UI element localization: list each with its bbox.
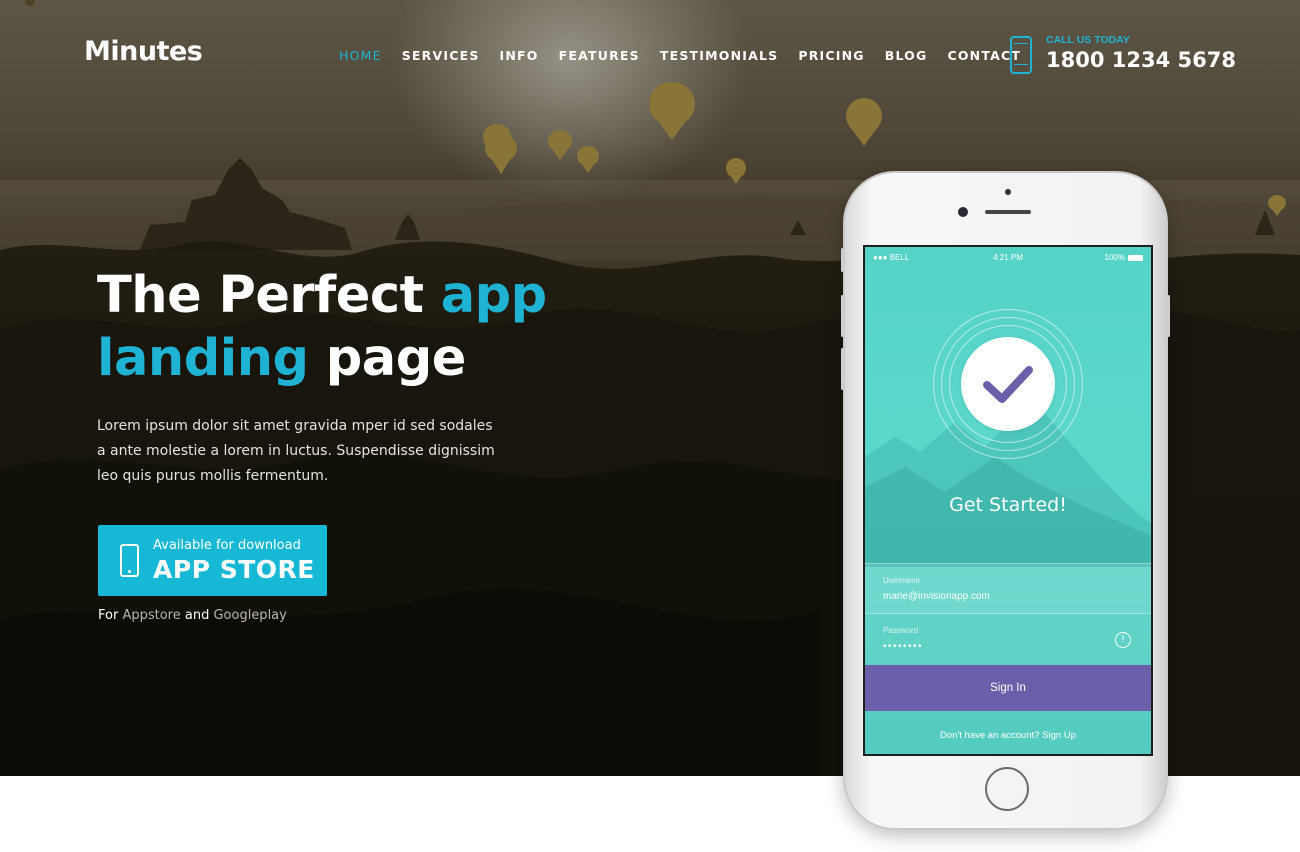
googleplay-link[interactable]: Googleplay [213, 608, 286, 623]
success-badge [961, 337, 1055, 431]
phone-mute-switch [841, 248, 844, 272]
battery-icon [1128, 254, 1143, 261]
app-store-label: APP STORE [153, 555, 315, 584]
headline-accent-2: landing [97, 329, 309, 388]
headline-text-1: The Perfect [97, 266, 441, 325]
username-label: Username [883, 576, 920, 585]
call-us-label: CALL US TODAY [1046, 34, 1130, 46]
password-field[interactable]: Password •••••••• ! [865, 614, 1151, 665]
store-note: For Appstore and Googleplay [98, 608, 287, 623]
nav-testimonials[interactable]: TESTIMONIALS [660, 48, 778, 63]
nav-info[interactable]: INFO [500, 48, 539, 63]
status-bar: ●●● BELL 4:21 PM 100% [865, 251, 1151, 265]
headline-text-2: page [308, 329, 467, 388]
password-input[interactable]: •••••••• [883, 641, 923, 652]
nav-pricing[interactable]: PRICING [798, 48, 864, 63]
phone-sensor [1005, 189, 1011, 195]
smartphone-icon [120, 544, 139, 577]
username-field[interactable]: Username marie@invisionapp.com [865, 563, 1151, 614]
hero-description: Lorem ipsum dolor sit amet gravida mper … [97, 418, 495, 484]
app-store-button[interactable]: Available for download APP STORE [98, 525, 327, 596]
checkmark-icon [983, 366, 1033, 403]
battery-percent: 100% [1104, 253, 1125, 262]
mobile-phone-icon [1010, 36, 1032, 74]
battery-status: 100% [1105, 253, 1143, 262]
hero-headline: The Perfect app landing page [97, 264, 617, 390]
phone-mockup: ●●● BELL 4:21 PM 100% Get Started! Usern… [841, 171, 1170, 830]
phone-camera [958, 207, 968, 217]
phone-screen: ●●● BELL 4:21 PM 100% Get Started! Usern… [863, 245, 1153, 756]
phone-number[interactable]: 1800 1234 5678 [1046, 48, 1236, 72]
phone-volume-down [841, 348, 844, 390]
store-note-prefix: For [98, 608, 123, 623]
download-caption: Available for download [153, 538, 301, 553]
nav-services[interactable]: SERVICES [402, 48, 480, 63]
info-icon[interactable]: ! [1115, 632, 1131, 648]
phone-home-button [985, 767, 1029, 811]
nav-home[interactable]: HOME [339, 48, 382, 63]
get-started-title: Get Started! [949, 494, 1067, 516]
headline-accent-1: app [440, 266, 547, 325]
brand-logo[interactable]: Minutes [84, 36, 203, 67]
nav-features[interactable]: FEATURES [559, 48, 640, 63]
appstore-link[interactable]: Appstore [122, 608, 180, 623]
username-input[interactable]: marie@invisionapp.com [883, 591, 990, 602]
nav-blog[interactable]: BLOG [885, 48, 928, 63]
password-label: Password [883, 626, 919, 635]
sign-up-link[interactable]: Don't have an account? Sign Up [865, 730, 1151, 741]
main-nav: HOME SERVICES INFO FEATURES TESTIMONIALS… [339, 48, 1041, 63]
sign-in-button[interactable]: Sign In [865, 665, 1151, 711]
phone-power-button [1167, 295, 1170, 337]
phone-speaker [985, 210, 1031, 214]
store-note-and: and [180, 608, 214, 623]
phone-volume-up [841, 295, 844, 337]
